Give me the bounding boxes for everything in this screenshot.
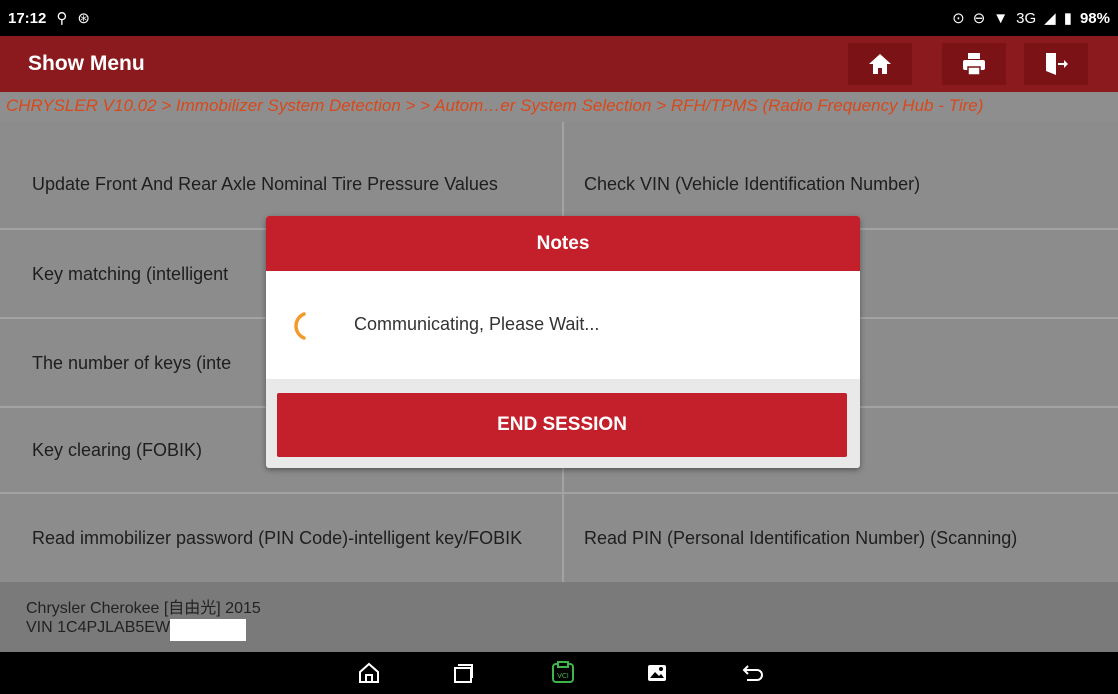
battery-level: 98% bbox=[1079, 9, 1110, 27]
status-bar: 17:12 ⚲ ⊛ ⊙ ⊖ ▼ 3G ◢ ▮ 98% bbox=[0, 0, 1118, 36]
exit-button[interactable] bbox=[1024, 43, 1088, 85]
vin-redaction bbox=[170, 619, 247, 641]
menu-item-read-pin[interactable]: Read PIN (Personal Identification Number… bbox=[564, 494, 1118, 582]
status-time: 17:12 bbox=[8, 9, 47, 27]
android-nav-bar: VCI bbox=[0, 652, 1118, 694]
menu-item-label: Check VIN (Vehicle Identification Number… bbox=[584, 174, 921, 194]
vehicle-vin-row: VIN 1C4PJLAB5EW bbox=[26, 619, 247, 641]
exit-icon bbox=[1046, 53, 1068, 75]
menu-item-label: Read PIN (Personal Identification Number… bbox=[584, 528, 1018, 548]
bluetooth-icon: ⊛ bbox=[77, 10, 90, 27]
back-icon bbox=[742, 665, 763, 681]
dialog-title: Notes bbox=[266, 216, 860, 271]
nav-recents-button[interactable] bbox=[450, 661, 476, 685]
dialog-body: Communicating, Please Wait... bbox=[266, 271, 860, 379]
menu-item-label: Update Front And Rear Axle Nominal Tire … bbox=[32, 174, 498, 194]
print-icon bbox=[963, 53, 985, 76]
title-bar: Show Menu bbox=[0, 36, 1118, 92]
menu-item-read-immobilizer-password[interactable]: Read immobilizer password (PIN Code)-int… bbox=[0, 494, 562, 582]
dialog-message: Communicating, Please Wait... bbox=[354, 314, 600, 334]
nav-vci-button[interactable]: VCI bbox=[550, 661, 576, 685]
print-button[interactable] bbox=[942, 43, 1006, 85]
breadcrumb: CHRYSLER V10.02 > Immobilizer System Det… bbox=[0, 92, 1118, 122]
do-not-disturb-icon: ⊖ bbox=[972, 10, 986, 27]
signal-icon: ◢ bbox=[1044, 10, 1056, 27]
vci-icon: VCI bbox=[552, 661, 574, 683]
svg-text:VCI: VCI bbox=[557, 672, 569, 680]
menu-item-label: Key clearing (FOBIK) bbox=[32, 440, 203, 460]
home-button[interactable] bbox=[848, 43, 912, 85]
nav-back-button[interactable] bbox=[740, 661, 766, 685]
menu-item-label: Read immobilizer password (PIN Code)-int… bbox=[32, 528, 523, 548]
breadcrumb-text: CHRYSLER V10.02 > Immobilizer System Det… bbox=[6, 96, 984, 115]
nav-gallery-button[interactable] bbox=[644, 661, 670, 685]
vehicle-model: Chrysler Cherokee [自由光] 2015 bbox=[26, 600, 261, 617]
recents-icon bbox=[454, 664, 473, 683]
menu-item-label: Key matching (intelligent bbox=[32, 263, 229, 284]
vehicle-vin: VIN 1C4PJLAB5EW bbox=[26, 619, 171, 636]
menu-item-label: The number of keys (inte bbox=[32, 352, 232, 373]
network-type: 3G bbox=[1016, 9, 1037, 27]
notes-dialog: Notes Communicating, Please Wait... END … bbox=[266, 216, 860, 468]
page-title: Show Menu bbox=[28, 52, 145, 75]
home-icon bbox=[869, 54, 891, 74]
end-session-button[interactable]: END SESSION bbox=[277, 393, 847, 457]
battery-icon: ▮ bbox=[1063, 10, 1072, 27]
location-icon: ⊙ bbox=[952, 10, 965, 27]
vehicle-info: Chrysler Cherokee [自由光] 2015 VIN 1C4PJLA… bbox=[0, 582, 1118, 652]
wifi-icon: ▼ bbox=[993, 9, 1009, 27]
home-outline-icon bbox=[359, 662, 379, 683]
usb-icon: ⚲ bbox=[56, 10, 68, 27]
image-icon bbox=[648, 665, 666, 681]
nav-home-button[interactable] bbox=[356, 661, 382, 685]
loading-spinner-icon bbox=[294, 312, 306, 340]
